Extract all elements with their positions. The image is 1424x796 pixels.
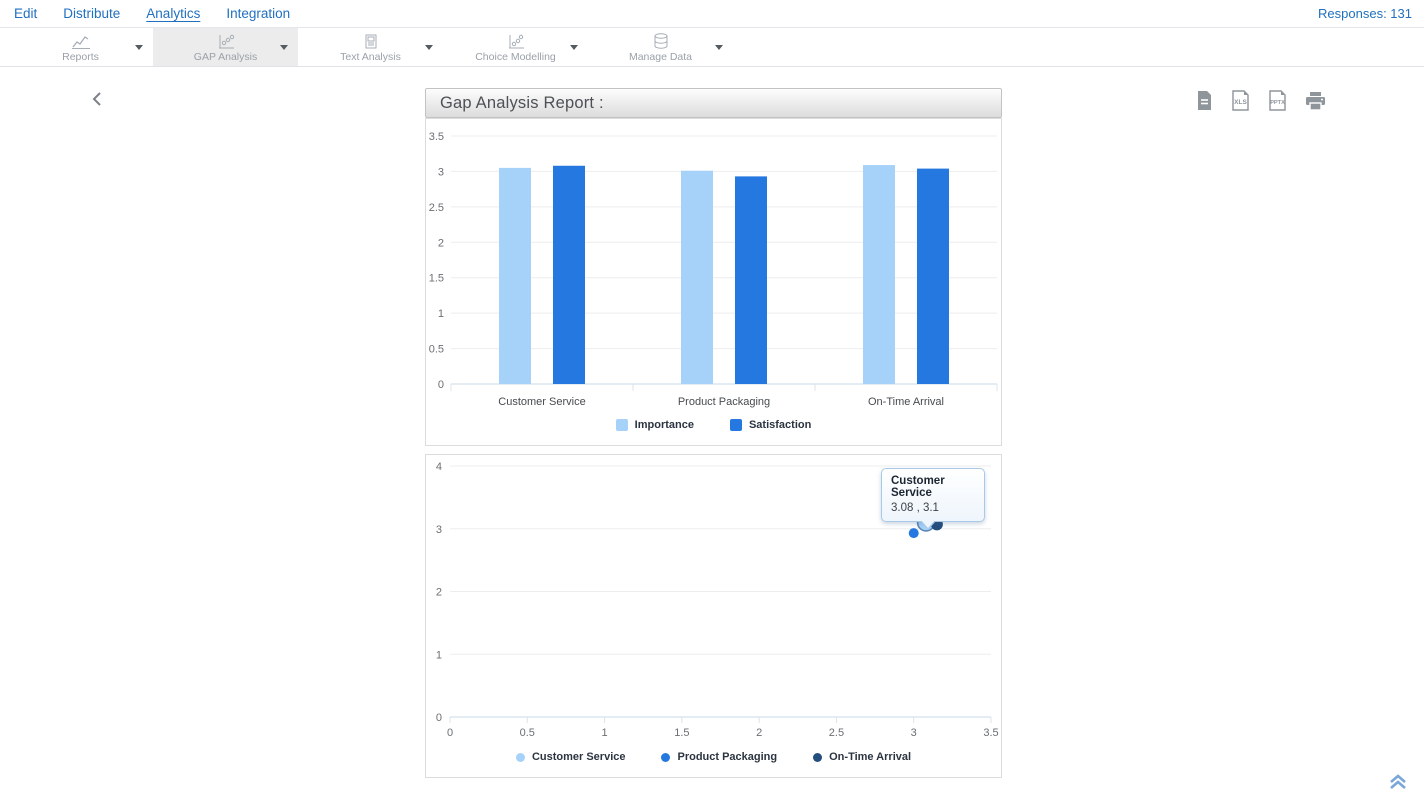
export-document-button[interactable] [1196, 90, 1213, 116]
bar-chart-panel: 0 0.5 1 1.5 2 2.5 3 3.5 Customer Service Product … [425, 118, 1002, 446]
bar-chart-legend: Importance Satisfaction [426, 419, 1001, 431]
svg-text:On-Time Arrival: On-Time Arrival [868, 396, 944, 408]
top-nav: Edit Distribute Analytics Integration Re… [0, 0, 1424, 28]
tooltip-title: Customer Service [891, 475, 976, 499]
svg-text:1: 1 [602, 727, 608, 739]
svg-text:4: 4 [436, 461, 442, 473]
toolbar-item-label: Manage Data [629, 51, 692, 63]
legend-item-product-packaging[interactable]: Product Packaging [661, 751, 777, 763]
chevron-left-icon [92, 94, 102, 109]
chevron-down-icon[interactable] [425, 45, 433, 50]
svg-text:1.5: 1.5 [429, 273, 444, 285]
toolbar-item-label: Choice Modelling [475, 51, 556, 63]
svg-text:3.5: 3.5 [983, 727, 998, 739]
svg-text:2: 2 [438, 237, 444, 249]
svg-text:3: 3 [911, 727, 917, 739]
legend-dot-icon [516, 753, 525, 762]
legend-dot-icon [813, 753, 822, 762]
chevron-down-icon[interactable] [715, 45, 723, 50]
svg-text:1: 1 [438, 308, 444, 320]
toolbar-item-choice-modelling[interactable]: Choice Modelling [443, 28, 588, 66]
svg-text:3: 3 [438, 166, 444, 178]
legend-label: Importance [635, 419, 694, 431]
legend-swatch-icon [730, 419, 742, 431]
svg-text:XLS: XLS [1234, 99, 1247, 106]
analytics-toolbar: Reports GAP Analysis Text Analysis Choic… [0, 28, 1424, 67]
legend-label: Customer Service [532, 751, 626, 763]
toolbar-item-reports[interactable]: Reports [8, 28, 153, 66]
toolbar-item-text-analysis[interactable]: Text Analysis [298, 28, 443, 66]
chevron-down-icon[interactable] [570, 45, 578, 50]
legend-item-customer-service[interactable]: Customer Service [516, 751, 626, 763]
legend-item-satisfaction[interactable]: Satisfaction [730, 419, 811, 431]
svg-text:2.5: 2.5 [829, 727, 844, 739]
bubble-chart-icon [506, 34, 526, 50]
legend-swatch-icon [616, 419, 628, 431]
double-chevron-up-icon [1388, 777, 1408, 794]
legend-dot-icon [661, 753, 670, 762]
toolbar-item-label: Text Analysis [340, 51, 401, 63]
scatter-chart-legend: Customer Service Product Packaging On-Ti… [426, 751, 1001, 763]
legend-item-importance[interactable]: Importance [616, 419, 694, 431]
back-button[interactable] [92, 92, 102, 109]
main-menu: Edit Distribute Analytics Integration [14, 6, 290, 21]
responses-count[interactable]: Responses: 131 [1318, 6, 1412, 21]
svg-text:Product Packaging: Product Packaging [678, 396, 770, 408]
chart-tooltip: Customer Service 3.08 , 3.1 [881, 468, 985, 522]
nav-integration[interactable]: Integration [226, 6, 290, 21]
svg-text:2: 2 [436, 587, 442, 599]
svg-text:PPTX: PPTX [1270, 100, 1285, 106]
nav-analytics[interactable]: Analytics [146, 6, 200, 21]
svg-text:0: 0 [447, 727, 453, 739]
scatter-chart-panel: 0 1 2 3 4 0 0.5 1 1.5 2 2.5 3 3.5 Customer Service 3… [425, 454, 1002, 778]
gap-bar-chart[interactable]: 0 0.5 1 1.5 2 2.5 3 3.5 Customer Service Product … [426, 119, 1001, 411]
document-icon [363, 34, 379, 50]
nav-distribute[interactable]: Distribute [63, 6, 120, 21]
toolbar-item-label: GAP Analysis [194, 51, 257, 63]
export-xls-button[interactable]: XLS [1231, 90, 1250, 116]
scatter-chart-icon [216, 34, 236, 50]
svg-text:0.5: 0.5 [429, 344, 444, 356]
chevron-down-icon[interactable] [135, 45, 143, 50]
print-button[interactable] [1305, 91, 1326, 116]
nav-edit[interactable]: Edit [14, 6, 37, 21]
chevron-down-icon[interactable] [280, 45, 288, 50]
svg-text:Customer Service: Customer Service [498, 396, 585, 408]
export-pptx-button[interactable]: PPTX [1268, 90, 1287, 116]
toolbar-item-gap-analysis[interactable]: GAP Analysis [153, 28, 298, 66]
svg-text:0: 0 [438, 379, 444, 391]
svg-text:1.5: 1.5 [674, 727, 689, 739]
svg-text:1: 1 [436, 649, 442, 661]
svg-text:2.5: 2.5 [429, 202, 444, 214]
legend-item-on-time-arrival[interactable]: On-Time Arrival [813, 751, 911, 763]
export-toolbar: XLS PPTX [1196, 90, 1326, 116]
line-chart-icon [71, 34, 91, 50]
database-icon [652, 33, 670, 50]
svg-text:2: 2 [756, 727, 762, 739]
svg-text:3: 3 [436, 524, 442, 536]
svg-text:0.5: 0.5 [520, 727, 535, 739]
legend-label: Satisfaction [749, 419, 811, 431]
svg-text:3.5: 3.5 [429, 131, 444, 143]
tooltip-value: 3.08 , 3.1 [891, 502, 939, 514]
report-title-bar: Gap Analysis Report : [425, 88, 1002, 118]
svg-text:0: 0 [436, 712, 442, 724]
page-title: Gap Analysis Report : [440, 94, 604, 113]
legend-label: On-Time Arrival [829, 751, 911, 763]
gap-analysis-report: Gap Analysis Report : 0 0.5 1 1.5 2 2.5 3 3.5 Cu… [425, 88, 1002, 778]
scroll-to-top-button[interactable] [1388, 774, 1408, 795]
toolbar-item-label: Reports [62, 51, 99, 63]
legend-label: Product Packaging [677, 751, 777, 763]
toolbar-item-manage-data[interactable]: Manage Data [588, 28, 733, 66]
